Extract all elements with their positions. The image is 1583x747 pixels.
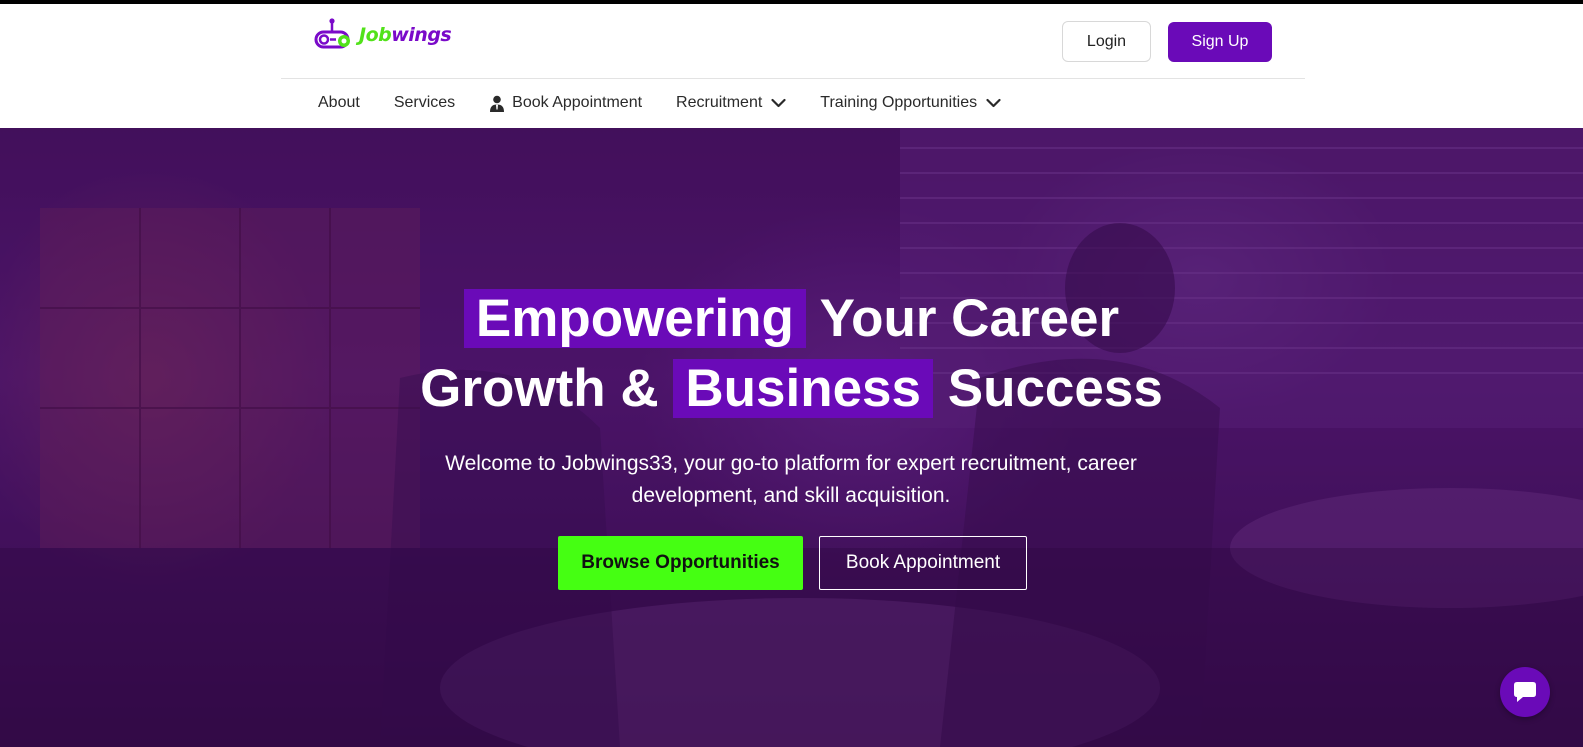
- book-appointment-button[interactable]: Book Appointment: [819, 536, 1027, 590]
- logo-text: Jobwings: [359, 24, 452, 46]
- logo-text-wings: wings: [391, 24, 452, 46]
- hero-section: Empowering Your Career Growth & Business…: [0, 128, 1583, 747]
- hero-headline: Empowering Your Career Growth & Business…: [0, 284, 1583, 424]
- headline-highlight-empowering: Empowering: [463, 289, 806, 348]
- chat-button[interactable]: [1500, 667, 1550, 717]
- headline-text: Growth &: [420, 359, 674, 418]
- hero-overlay: [0, 128, 1583, 747]
- site-header: Jobwings Login Sign Up About Services Bo…: [0, 4, 1583, 128]
- chat-icon: [1514, 682, 1536, 702]
- headline-highlight-business: Business: [673, 359, 933, 418]
- chevron-down-icon: [771, 98, 786, 108]
- header-divider: [281, 78, 1305, 79]
- signup-button[interactable]: Sign Up: [1168, 22, 1272, 62]
- nav-item-label: About: [318, 94, 360, 111]
- nav-item-recruitment[interactable]: Recruitment: [676, 94, 786, 112]
- logo[interactable]: Jobwings: [311, 15, 452, 55]
- nav-item-label: Training Opportunities: [820, 94, 978, 111]
- main-nav: About Services Book Appointment Recruitm…: [318, 88, 1035, 118]
- nav-item-book-appointment[interactable]: Book Appointment: [489, 94, 642, 112]
- browse-opportunities-button[interactable]: Browse Opportunities: [558, 536, 803, 590]
- logo-icon: [314, 18, 350, 49]
- nav-item-label: Book Appointment: [512, 94, 643, 111]
- headline-text: Success: [933, 359, 1163, 418]
- person-icon: [490, 95, 505, 112]
- nav-item-training-opportunities[interactable]: Training Opportunities: [820, 94, 1001, 112]
- chevron-down-icon: [986, 98, 1001, 108]
- header-container: Jobwings Login Sign Up About Services Bo…: [281, 4, 1305, 128]
- login-button[interactable]: Login: [1062, 21, 1151, 62]
- hero-subtext: Welcome to Jobwings33, your go-to platfo…: [445, 452, 1137, 507]
- nav-item-about[interactable]: About: [318, 94, 360, 112]
- logo-text-job: Job: [359, 24, 392, 46]
- nav-item-label: Recruitment: [676, 94, 763, 111]
- headline-text: Your Career: [805, 289, 1120, 348]
- nav-item-services[interactable]: Services: [394, 94, 455, 112]
- nav-item-label: Services: [393, 94, 456, 111]
